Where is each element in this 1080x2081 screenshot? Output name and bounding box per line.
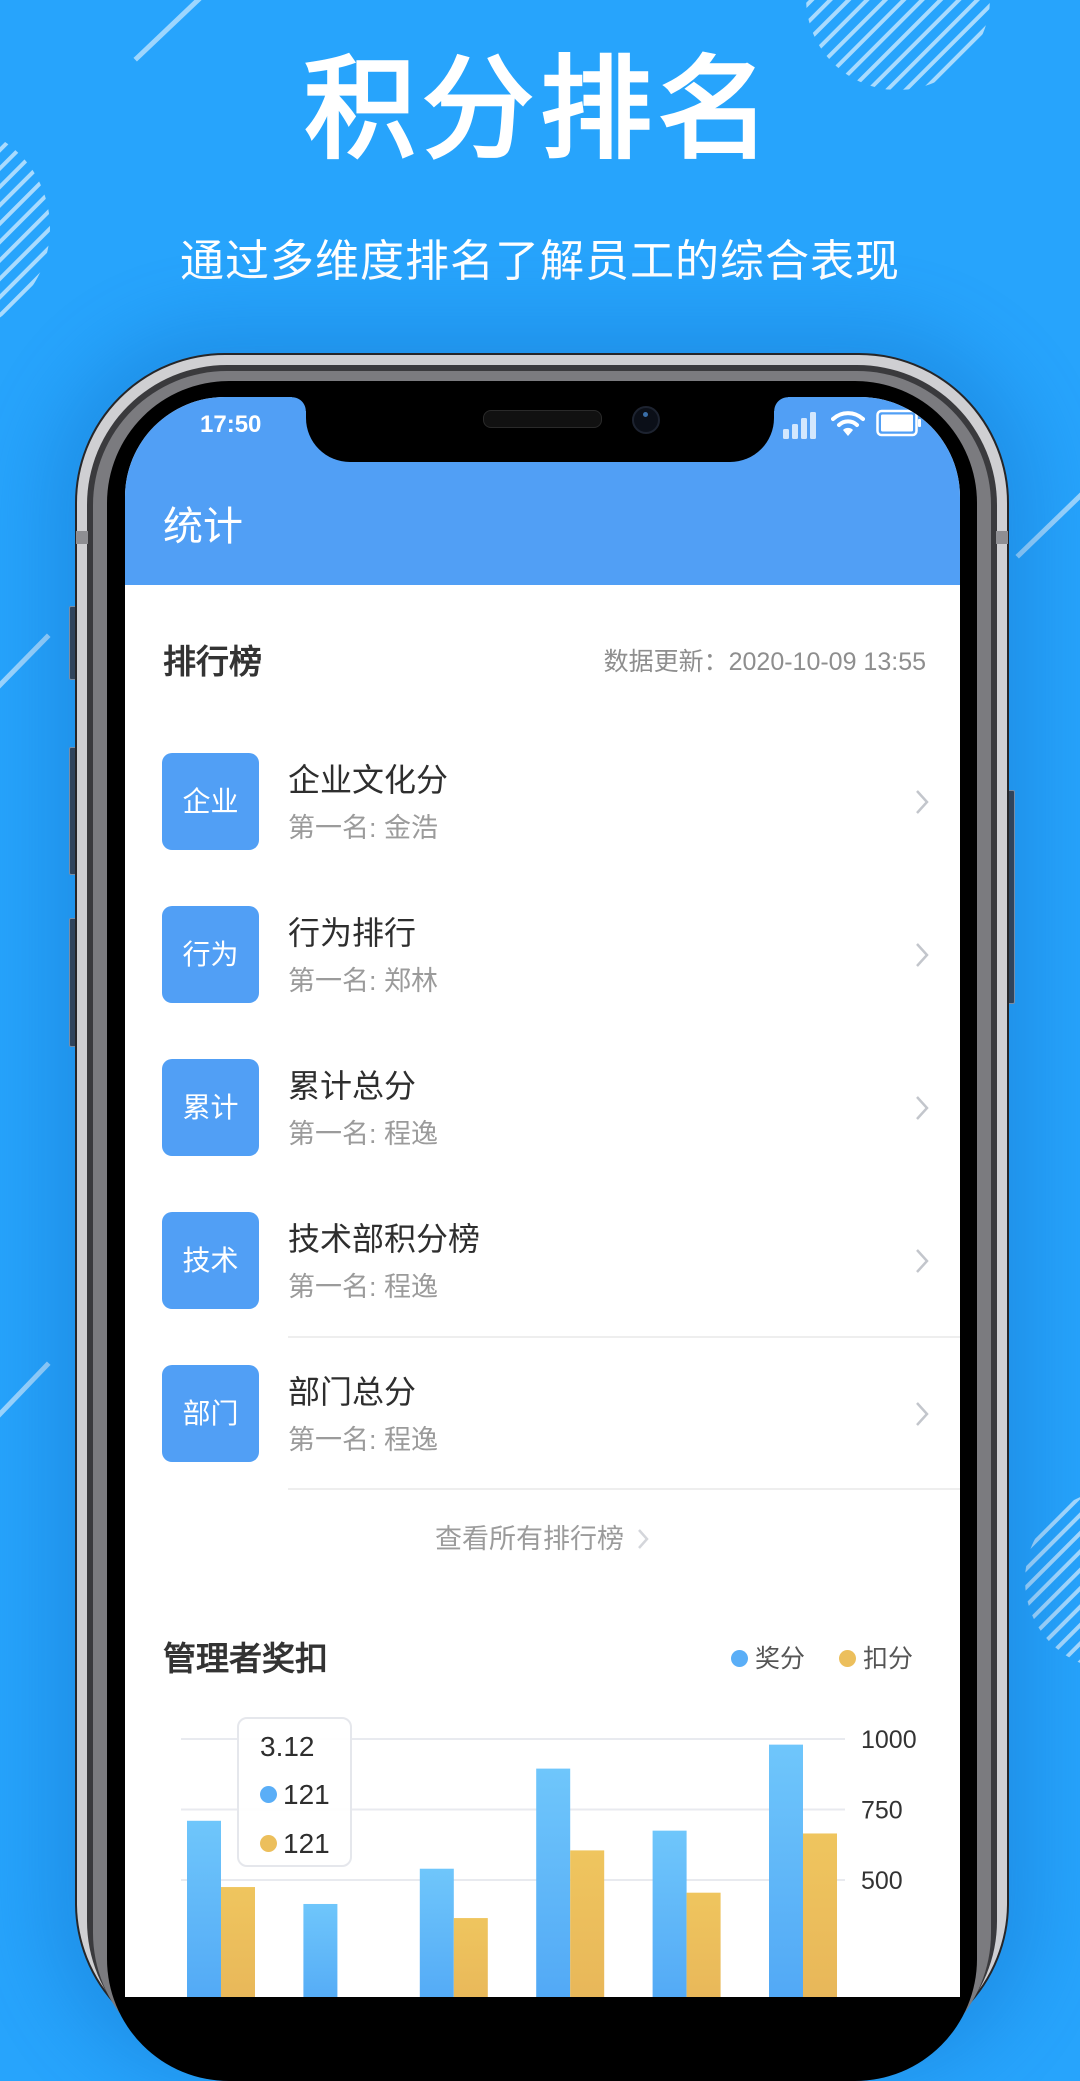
battery-icon — [876, 409, 921, 437]
leaderboard-item-top: 第一名: 程逸 — [288, 1425, 439, 1455]
leaderboard-item-title: 行为排行 — [288, 915, 417, 951]
bar-reward[interactable] — [769, 1744, 803, 1997]
leaderboard-badge: 累计 — [162, 1059, 259, 1156]
hero-title: 积分排名 — [304, 47, 776, 172]
antenna-band — [76, 531, 88, 544]
tooltip-category: 3.12 — [260, 1731, 315, 1762]
chevron-right-icon — [638, 1529, 649, 1549]
phone-screen: 17:50 统计 排行榜 数据更新：2020-10-09 13:55 企业 企业… — [125, 397, 960, 1997]
chevron-right-icon — [916, 1249, 929, 1273]
leaderboard-title: 排行榜 — [163, 643, 262, 680]
leaderboard-badge: 企业 — [162, 753, 259, 850]
hero-subtitle: 通过多维度排名了解员工的综合表现 — [180, 237, 900, 286]
reward-dot-icon — [260, 1786, 277, 1803]
leaderboard-badge: 行为 — [162, 906, 259, 1003]
y-tick-label: 1000 — [861, 1726, 917, 1754]
page-title: 统计 — [163, 505, 243, 549]
chevron-right-icon — [916, 943, 929, 967]
tooltip-value: 121 — [283, 1779, 330, 1810]
data-updated-time: 数据更新：2020-10-09 13:55 — [603, 648, 926, 676]
legend-item-reward[interactable]: 奖分 — [731, 1641, 805, 1677]
leaderboard-item-title: 部门总分 — [288, 1374, 417, 1410]
bar-reward[interactable] — [536, 1768, 571, 1997]
divider — [288, 1336, 960, 1338]
chart-tooltip: 3.12 121 121 — [237, 1717, 352, 1867]
chevron-right-icon — [916, 1402, 929, 1426]
speaker-grille — [483, 410, 602, 428]
legend-dot-icon — [839, 1650, 856, 1667]
bar-deduct[interactable] — [570, 1850, 605, 1997]
view-all-leaderboards-link[interactable]: 查看所有排行榜 — [125, 1521, 960, 1557]
legend-item-deduct[interactable]: 扣分 — [839, 1641, 913, 1677]
legend-dot-icon — [731, 1650, 748, 1667]
leaderboard-item[interactable]: 行为 行为排行 第一名: 郑林 — [125, 906, 960, 1026]
leaderboard-item-title: 技术部积分榜 — [288, 1221, 481, 1257]
view-all-label: 查看所有排行榜 — [435, 1524, 624, 1554]
bar-reward[interactable] — [303, 1903, 338, 1997]
leaderboard-badge: 技术 — [162, 1212, 259, 1309]
leaderboard-item[interactable]: 企业 企业文化分 第一名: 金浩 — [125, 753, 960, 873]
bar-reward[interactable] — [419, 1868, 454, 1997]
chevron-right-icon — [916, 790, 929, 814]
y-tick-label: 500 — [861, 1867, 903, 1895]
front-camera — [632, 406, 660, 434]
bar-deduct[interactable] — [221, 1887, 255, 1997]
tooltip-value: 121 — [283, 1828, 330, 1859]
legend-label: 奖分 — [755, 1645, 806, 1673]
striped-circle-bottom-right — [1025, 1497, 1080, 1663]
leaderboard-item[interactable]: 部门 部门总分 第一名: 程逸 — [125, 1365, 960, 1485]
bar-reward[interactable] — [652, 1830, 687, 1997]
leaderboard-item-title: 企业文化分 — [288, 762, 449, 798]
signal-icon — [783, 412, 816, 439]
bar-deduct[interactable] — [803, 1833, 837, 1997]
leaderboard-item-title: 累计总分 — [288, 1068, 417, 1104]
y-tick-label: 750 — [861, 1797, 903, 1825]
divider — [288, 1488, 960, 1490]
notch — [306, 397, 774, 462]
deco-line — [0, 1361, 51, 1418]
leaderboard-item-top: 第一名: 郑林 — [288, 966, 439, 996]
chevron-right-icon — [916, 1096, 929, 1120]
leaderboard-badge: 部门 — [162, 1365, 259, 1462]
deco-line — [1015, 492, 1080, 559]
legend-label: 扣分 — [863, 1645, 914, 1673]
deco-line — [0, 633, 51, 689]
tooltip-row-deduct: 121 — [260, 1824, 330, 1864]
leaderboard-item[interactable]: 技术 技术部积分榜 第一名: 程逸 — [125, 1212, 960, 1332]
bar-deduct[interactable] — [686, 1892, 721, 1997]
status-time: 17:50 — [200, 411, 262, 438]
manager-chart-title: 管理者奖扣 — [163, 1640, 328, 1677]
bar-deduct[interactable] — [453, 1918, 488, 1997]
leaderboard-item-top: 第一名: 程逸 — [288, 1119, 439, 1149]
deduct-dot-icon — [260, 1835, 277, 1852]
bar-reward[interactable] — [187, 1820, 221, 1997]
antenna-band — [996, 531, 1008, 544]
wifi-icon — [831, 411, 865, 436]
leaderboard-item[interactable]: 累计 累计总分 第一名: 程逸 — [125, 1059, 960, 1179]
leaderboard-item-top: 第一名: 金浩 — [288, 813, 439, 843]
leaderboard-item-top: 第一名: 程逸 — [288, 1272, 439, 1302]
tooltip-row-reward: 121 — [260, 1775, 330, 1815]
